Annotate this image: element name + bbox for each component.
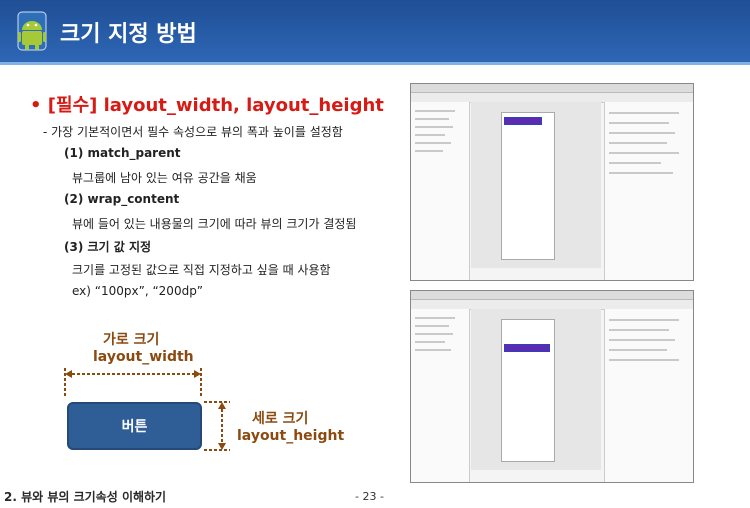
footer-section: 2. 뷰와 뷰의 크기속성 이해하기 xyxy=(4,490,167,504)
android-icon xyxy=(17,11,47,51)
option-2-desc: 뷰에 들어 있는 내용물의 크기에 따라 뷰의 크기가 결정됨 xyxy=(72,217,357,231)
option-2-title: (2) wrap_content xyxy=(64,192,180,206)
option-1-title: (1) match_parent xyxy=(64,146,181,160)
height-attr: layout_height xyxy=(237,428,345,444)
page-number: - 23 - xyxy=(355,490,384,503)
section-heading-text: [필수] layout_width, layout_height xyxy=(47,95,384,116)
android-studio-screenshot-top xyxy=(410,83,694,281)
width-label: 가로 크기 xyxy=(103,332,160,348)
width-attr: layout_width xyxy=(93,349,194,365)
width-arrow xyxy=(64,368,202,398)
page-title: 크기 지정 방법 xyxy=(60,22,197,47)
option-3-desc: 크기를 고정된 값으로 직접 지정하고 싶을 때 사용함 xyxy=(72,263,331,277)
height-arrow xyxy=(204,401,230,451)
example-values: ex) “100px”, “200dp” xyxy=(72,284,204,298)
sample-button: 버튼 xyxy=(67,402,202,450)
height-label: 세로 크기 xyxy=(252,411,309,427)
title-divider xyxy=(0,62,750,65)
option-3-title: (3) 크기 값 지정 xyxy=(64,240,152,254)
option-1-desc: 뷰그룹에 남아 있는 여유 공간을 채움 xyxy=(72,171,257,185)
section-heading: • [필수] layout_width, layout_height xyxy=(30,95,384,116)
android-studio-screenshot-bottom xyxy=(410,290,694,483)
intro-line: - 가장 기본적이면서 필수 속성으로 뷰의 폭과 높이를 설정함 xyxy=(43,125,343,139)
